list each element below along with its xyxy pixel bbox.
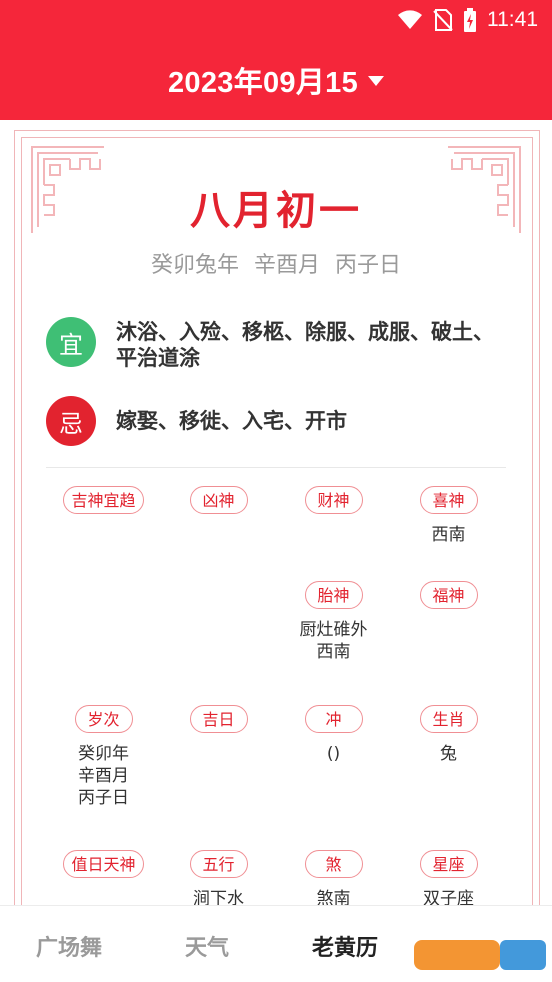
grid-cell: 冲 () xyxy=(276,705,391,765)
no-sim-icon xyxy=(433,9,453,31)
grid-label-pill: 五行 xyxy=(189,850,248,878)
tab-almanac[interactable]: 老黄历 xyxy=(276,906,414,982)
date-picker[interactable]: 2023年09月15 xyxy=(0,58,552,102)
grid-label-pill: 福神 xyxy=(419,581,478,609)
grid-cell: 财神 xyxy=(276,486,391,524)
grid-label-pill: 财神 xyxy=(304,486,363,514)
watermark-badge-icon xyxy=(414,940,546,970)
yi-row: 宜 沐浴、入殓、移柩、除服、成服、破土、平治道涂 xyxy=(46,317,506,371)
wifi-icon xyxy=(398,10,422,29)
grid-cell: 煞 煞南 xyxy=(276,850,391,910)
grid-cell: 胎神 厨灶碓外 西南 xyxy=(276,581,391,663)
grid-cell: 福神 xyxy=(391,581,506,619)
yi-badge: 宜 xyxy=(46,317,96,367)
grid-cell: 吉神宜趋 xyxy=(46,486,161,524)
grid-label-pill: 冲 xyxy=(304,705,363,733)
top-app-bar: 11:41 2023年09月15 xyxy=(0,0,552,120)
ji-badge: 忌 xyxy=(46,396,96,446)
battery-charging-icon xyxy=(464,8,476,32)
grid-label-pill: 生肖 xyxy=(419,705,478,733)
watermark-logo xyxy=(414,935,546,975)
grid-label-pill: 胎神 xyxy=(304,581,363,609)
grid-value: 兔 xyxy=(440,744,457,764)
grid-label-pill: 吉神宜趋 xyxy=(63,486,144,514)
grid-label-pill: 煞 xyxy=(304,850,363,878)
grid-cell: 值日天神 xyxy=(46,850,161,888)
tab-square-dance[interactable]: 广场舞 xyxy=(0,906,138,982)
grid-value: () xyxy=(326,744,341,764)
grid-value: 癸卯年 辛酉月 丙子日 xyxy=(78,744,129,808)
ji-row: 忌 嫁娶、移徙、入宅、开市 xyxy=(46,396,506,446)
caret-down-icon xyxy=(368,76,385,86)
grid-value: 厨灶碓外 西南 xyxy=(299,620,368,662)
ganzhi-text: 癸卯兔年 辛酉月 丙子日 xyxy=(151,253,401,278)
grid-label-pill: 凶神 xyxy=(189,486,248,514)
grid-label-pill: 岁次 xyxy=(74,705,133,733)
grid-label-pill: 喜神 xyxy=(419,486,478,514)
grid-label-pill: 值日天神 xyxy=(63,850,144,878)
status-bar: 11:41 xyxy=(397,6,538,34)
grid-cell: 凶神 xyxy=(161,486,276,524)
ji-text: 嫁娶、移徙、入宅、开市 xyxy=(116,409,347,433)
yi-text: 沐浴、入殓、移柩、除服、成服、破土、平治道涂 xyxy=(116,320,494,370)
date-text: 2023年09月15 xyxy=(167,67,359,99)
grid-cell: 生肖 兔 xyxy=(391,705,506,765)
grid-value: 西南 xyxy=(431,525,466,545)
grid-cell: 岁次 癸卯年 辛酉月 丙子日 xyxy=(46,705,161,809)
tab-weather[interactable]: 天气 xyxy=(138,906,276,982)
grid-cell: 喜神 西南 xyxy=(391,486,506,546)
divider xyxy=(46,467,506,468)
grid-cell: 吉日 xyxy=(161,705,276,743)
lunar-date: 八月初一 xyxy=(190,188,362,234)
status-time: 11:41 xyxy=(487,8,538,31)
grid-label-pill: 吉日 xyxy=(189,705,248,733)
grid-cell: 星座 双子座 xyxy=(391,850,506,910)
grid-label-pill: 星座 xyxy=(419,850,478,878)
grid-cell: 五行 涧下水 xyxy=(161,850,276,910)
